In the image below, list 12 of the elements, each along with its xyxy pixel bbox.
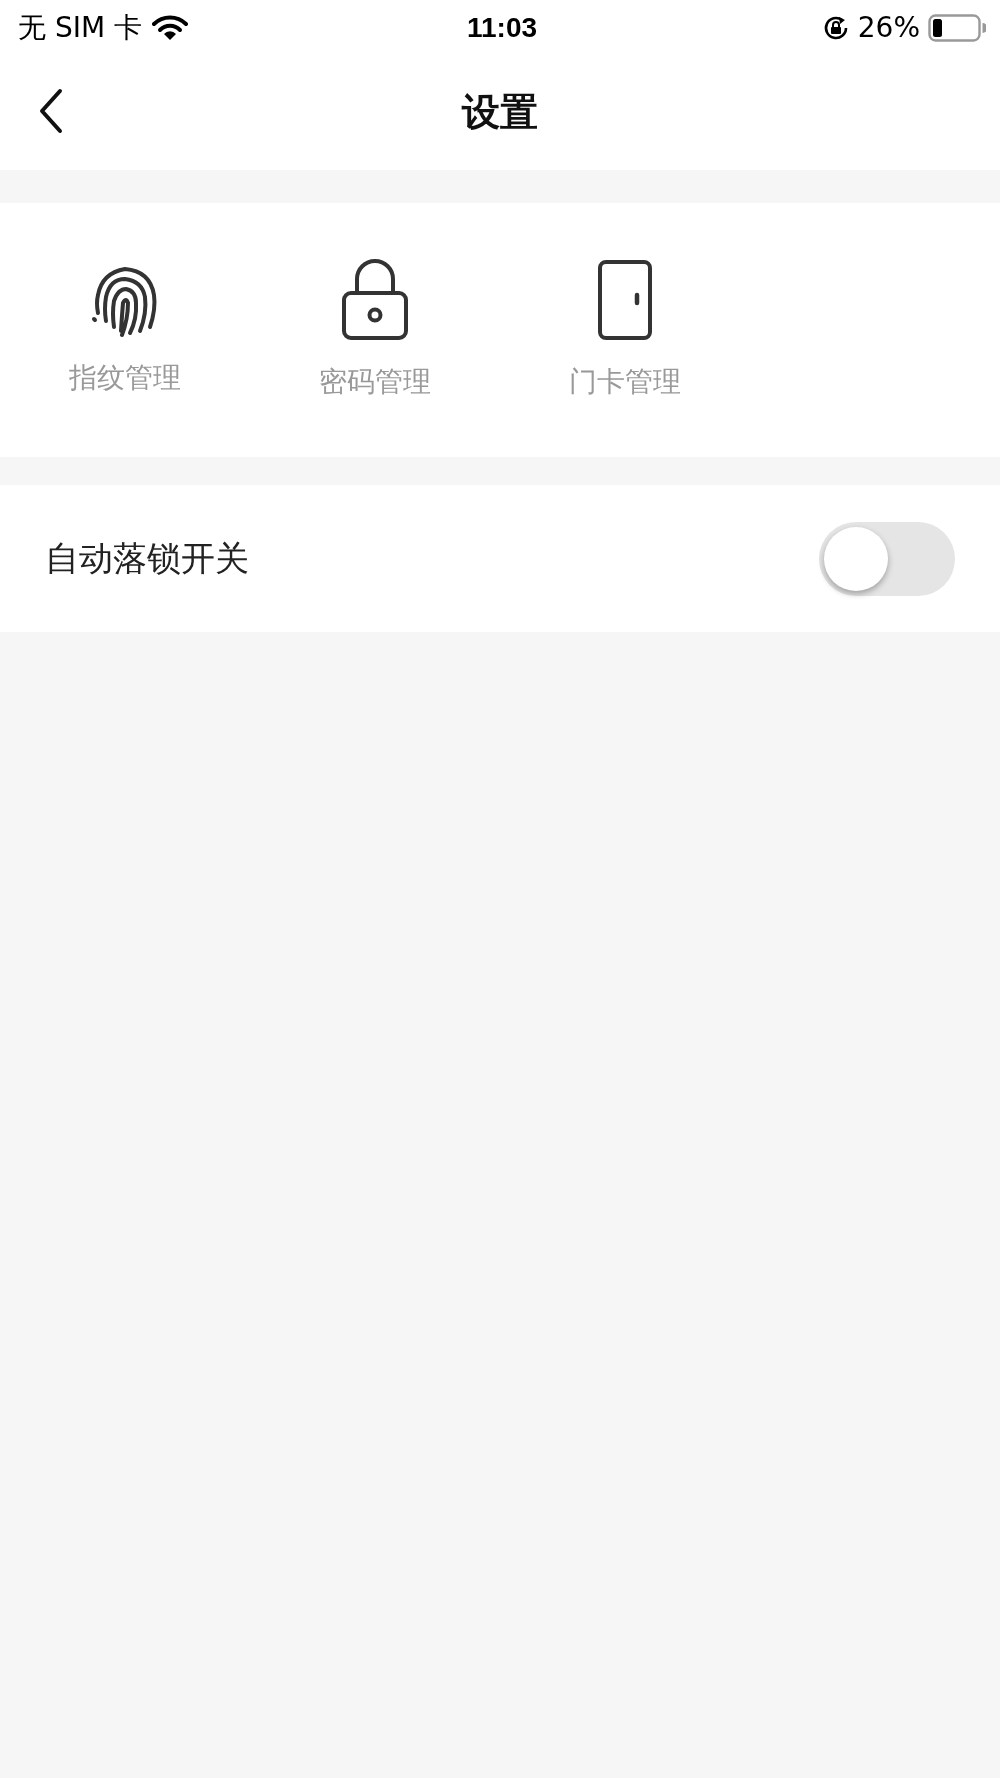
shortcut-button[interactable]: 密码管理	[250, 259, 500, 401]
door-icon	[597, 259, 653, 341]
shortcut-button[interactable]: 门卡管理	[500, 259, 750, 401]
carrier-text: 无 SIM 卡	[18, 9, 142, 46]
lock-icon	[341, 259, 409, 341]
page-title: 设置	[462, 89, 538, 136]
clock-time: 11:03	[466, 11, 538, 44]
battery-percent: 26%	[857, 11, 920, 44]
setting-label: 自动落锁开关	[45, 536, 249, 580]
battery-icon	[928, 13, 986, 42]
shortcut-button[interactable]: 指纹管理	[0, 263, 250, 397]
wifi-icon	[152, 14, 188, 41]
